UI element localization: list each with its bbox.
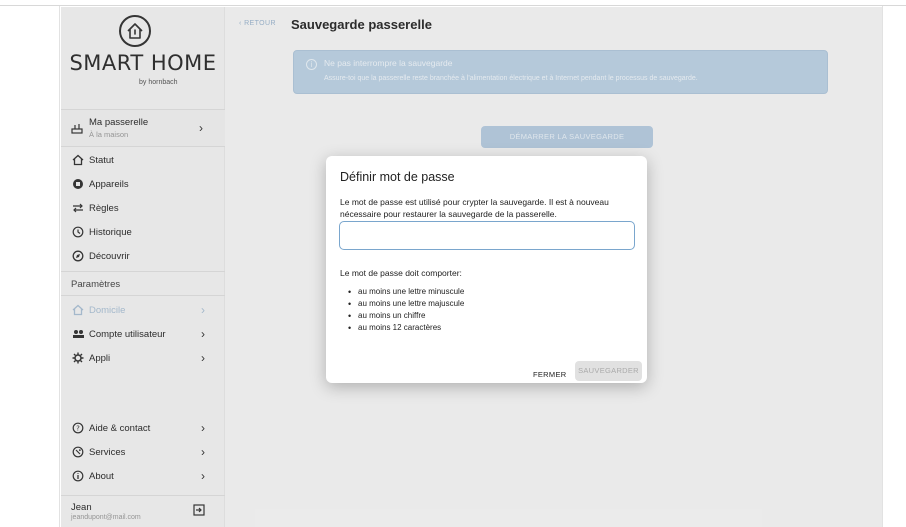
app-window: SMART HOME by hornbach Ma passerelle À l…	[61, 7, 882, 527]
top-border	[0, 0, 906, 6]
dialog-description: Le mot de passe est utilisé pour crypter…	[340, 197, 609, 219]
close-button[interactable]: FERMER	[533, 370, 566, 379]
right-gutter	[882, 6, 906, 527]
save-button[interactable]: SAUVEGARDER	[575, 361, 642, 381]
dialog-title: Définir mot de passe	[340, 170, 455, 184]
set-password-dialog: Définir mot de passe Le mot de passe est…	[326, 156, 647, 383]
requirements-label: Le mot de passe doit comporter:	[340, 268, 462, 278]
password-input[interactable]	[339, 221, 635, 250]
list-item: au moins une lettre majuscule	[348, 298, 464, 310]
screen: SMART HOME by hornbach Ma passerelle À l…	[0, 0, 906, 527]
list-item: au moins une lettre minuscule	[348, 286, 464, 298]
left-gutter	[0, 6, 60, 527]
requirements-list: au moins une lettre minuscule au moins u…	[348, 286, 464, 334]
list-item: au moins un chiffre	[348, 310, 464, 322]
list-item: au moins 12 caractères	[348, 322, 464, 334]
